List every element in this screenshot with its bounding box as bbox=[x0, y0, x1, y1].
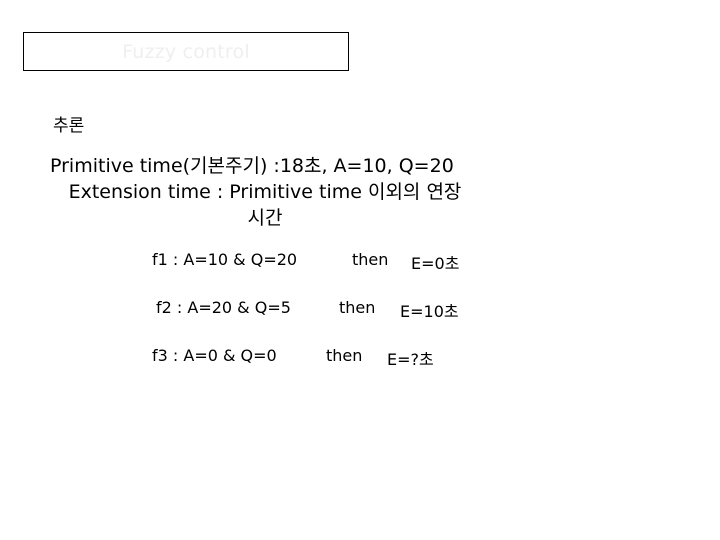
rule-then-keyword: then bbox=[352, 250, 389, 269]
slide-title-placeholder[interactable]: Fuzzy control bbox=[23, 32, 349, 71]
slide-canvas: Fuzzy control 추론 Primitive time(기본주기) :1… bbox=[0, 0, 720, 540]
fuzzy-rule-row: f3 : A=0 & Q=0 then E=?초 bbox=[0, 346, 720, 394]
rule-antecedent: f1 : A=10 & Q=20 bbox=[152, 250, 298, 269]
fuzzy-rule-row: f2 : A=20 & Q=5 then E=10초 bbox=[0, 298, 720, 346]
definition-block: Primitive time(기본주기) :18초, A=10, Q=20 Ex… bbox=[50, 153, 480, 231]
section-heading: 추론 bbox=[53, 116, 85, 136]
fuzzy-rule-list: f1 : A=10 & Q=20 then E=0초 f2 : A=20 & Q… bbox=[0, 250, 720, 394]
rule-antecedent: f2 : A=20 & Q=5 bbox=[156, 298, 291, 317]
definition-line-extension-time: Extension time : Primitive time 이외의 연장 bbox=[68, 181, 462, 203]
rule-then-keyword: then bbox=[339, 298, 376, 317]
slide-title-text: Fuzzy control bbox=[122, 40, 250, 63]
definition-line-primitive-time: Primitive time(기본주기) :18초, A=10, Q=20 bbox=[50, 155, 454, 177]
rule-consequent: E=10초 bbox=[400, 302, 459, 321]
rule-consequent: E=0초 bbox=[411, 254, 460, 273]
definition-line-extension-time-cont: 시간 bbox=[247, 207, 283, 229]
fuzzy-rule-row: f1 : A=10 & Q=20 then E=0초 bbox=[0, 250, 720, 298]
rule-then-keyword: then bbox=[326, 346, 363, 365]
rule-antecedent: f3 : A=0 & Q=0 bbox=[152, 346, 277, 365]
rule-consequent: E=?초 bbox=[387, 350, 434, 369]
